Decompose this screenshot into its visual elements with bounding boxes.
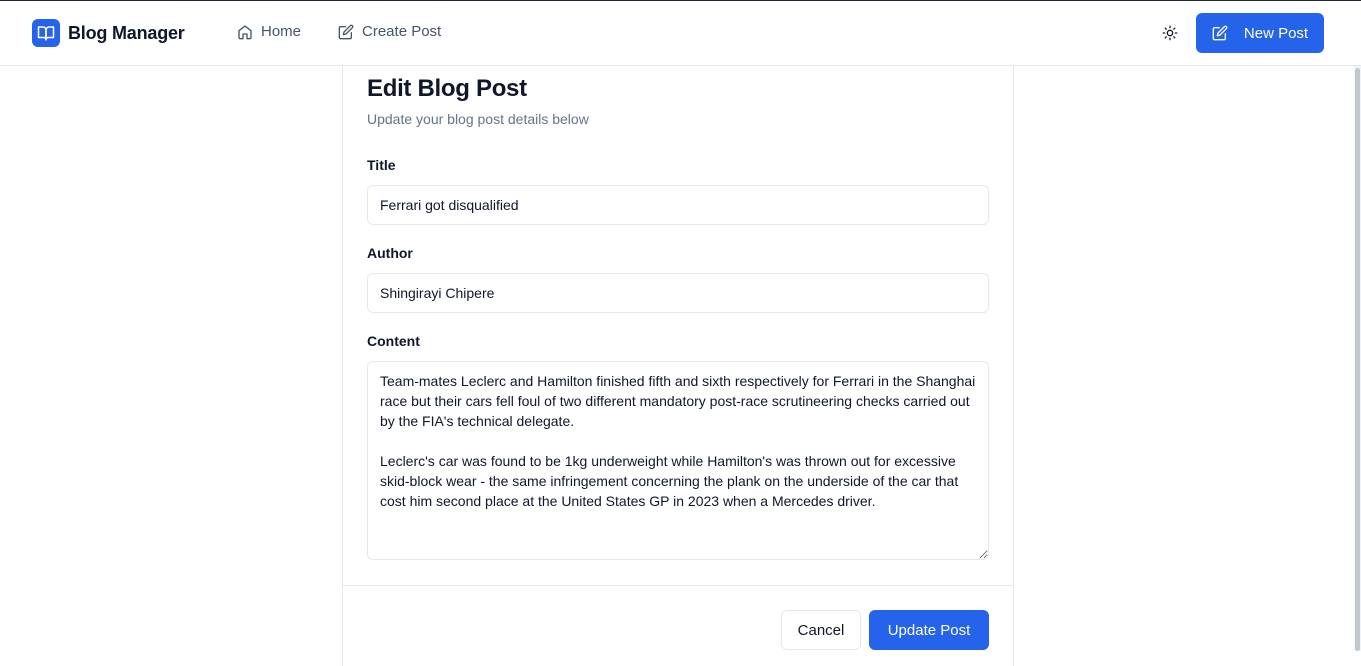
page-subtitle: Update your blog post details below	[367, 111, 589, 127]
app-logo[interactable]: Blog Manager	[32, 19, 185, 47]
main-nav: Home Create Post	[237, 23, 478, 40]
nav-item-home[interactable]: Home	[237, 23, 301, 40]
title-input[interactable]	[367, 185, 989, 225]
nav-item-label: Home	[261, 23, 302, 40]
card-footer-divider	[343, 585, 1013, 586]
book-open-icon	[32, 19, 60, 47]
title-label: Title	[367, 157, 396, 173]
update-post-button[interactable]: Update Post	[869, 610, 989, 650]
edit-post-card: Edit Blog Post Update your blog post det…	[342, 66, 1014, 666]
edit-icon	[1212, 25, 1228, 41]
content-label: Content	[367, 333, 420, 349]
page-title: Edit Blog Post	[367, 75, 527, 102]
author-label: Author	[367, 245, 413, 261]
nav-item-create-post[interactable]: Create Post	[338, 23, 441, 40]
author-input[interactable]	[367, 273, 989, 313]
edit-icon	[338, 24, 354, 39]
page-scrollbar-thumb[interactable]	[1355, 68, 1360, 651]
top-navbar: Blog Manager Home Create Post New Post	[0, 1, 1361, 66]
content-textarea[interactable]: Team-mates Leclerc and Hamilton finished…	[367, 361, 989, 560]
nav-item-label: Create Post	[362, 23, 442, 40]
theme-toggle-button[interactable]	[1156, 19, 1184, 47]
cancel-button[interactable]: Cancel	[781, 610, 861, 650]
new-post-button[interactable]: New Post	[1196, 13, 1324, 53]
new-post-label: New Post	[1243, 24, 1309, 42]
home-icon	[238, 24, 252, 39]
app-title: Blog Manager	[68, 22, 185, 43]
sun-icon	[1162, 25, 1178, 41]
